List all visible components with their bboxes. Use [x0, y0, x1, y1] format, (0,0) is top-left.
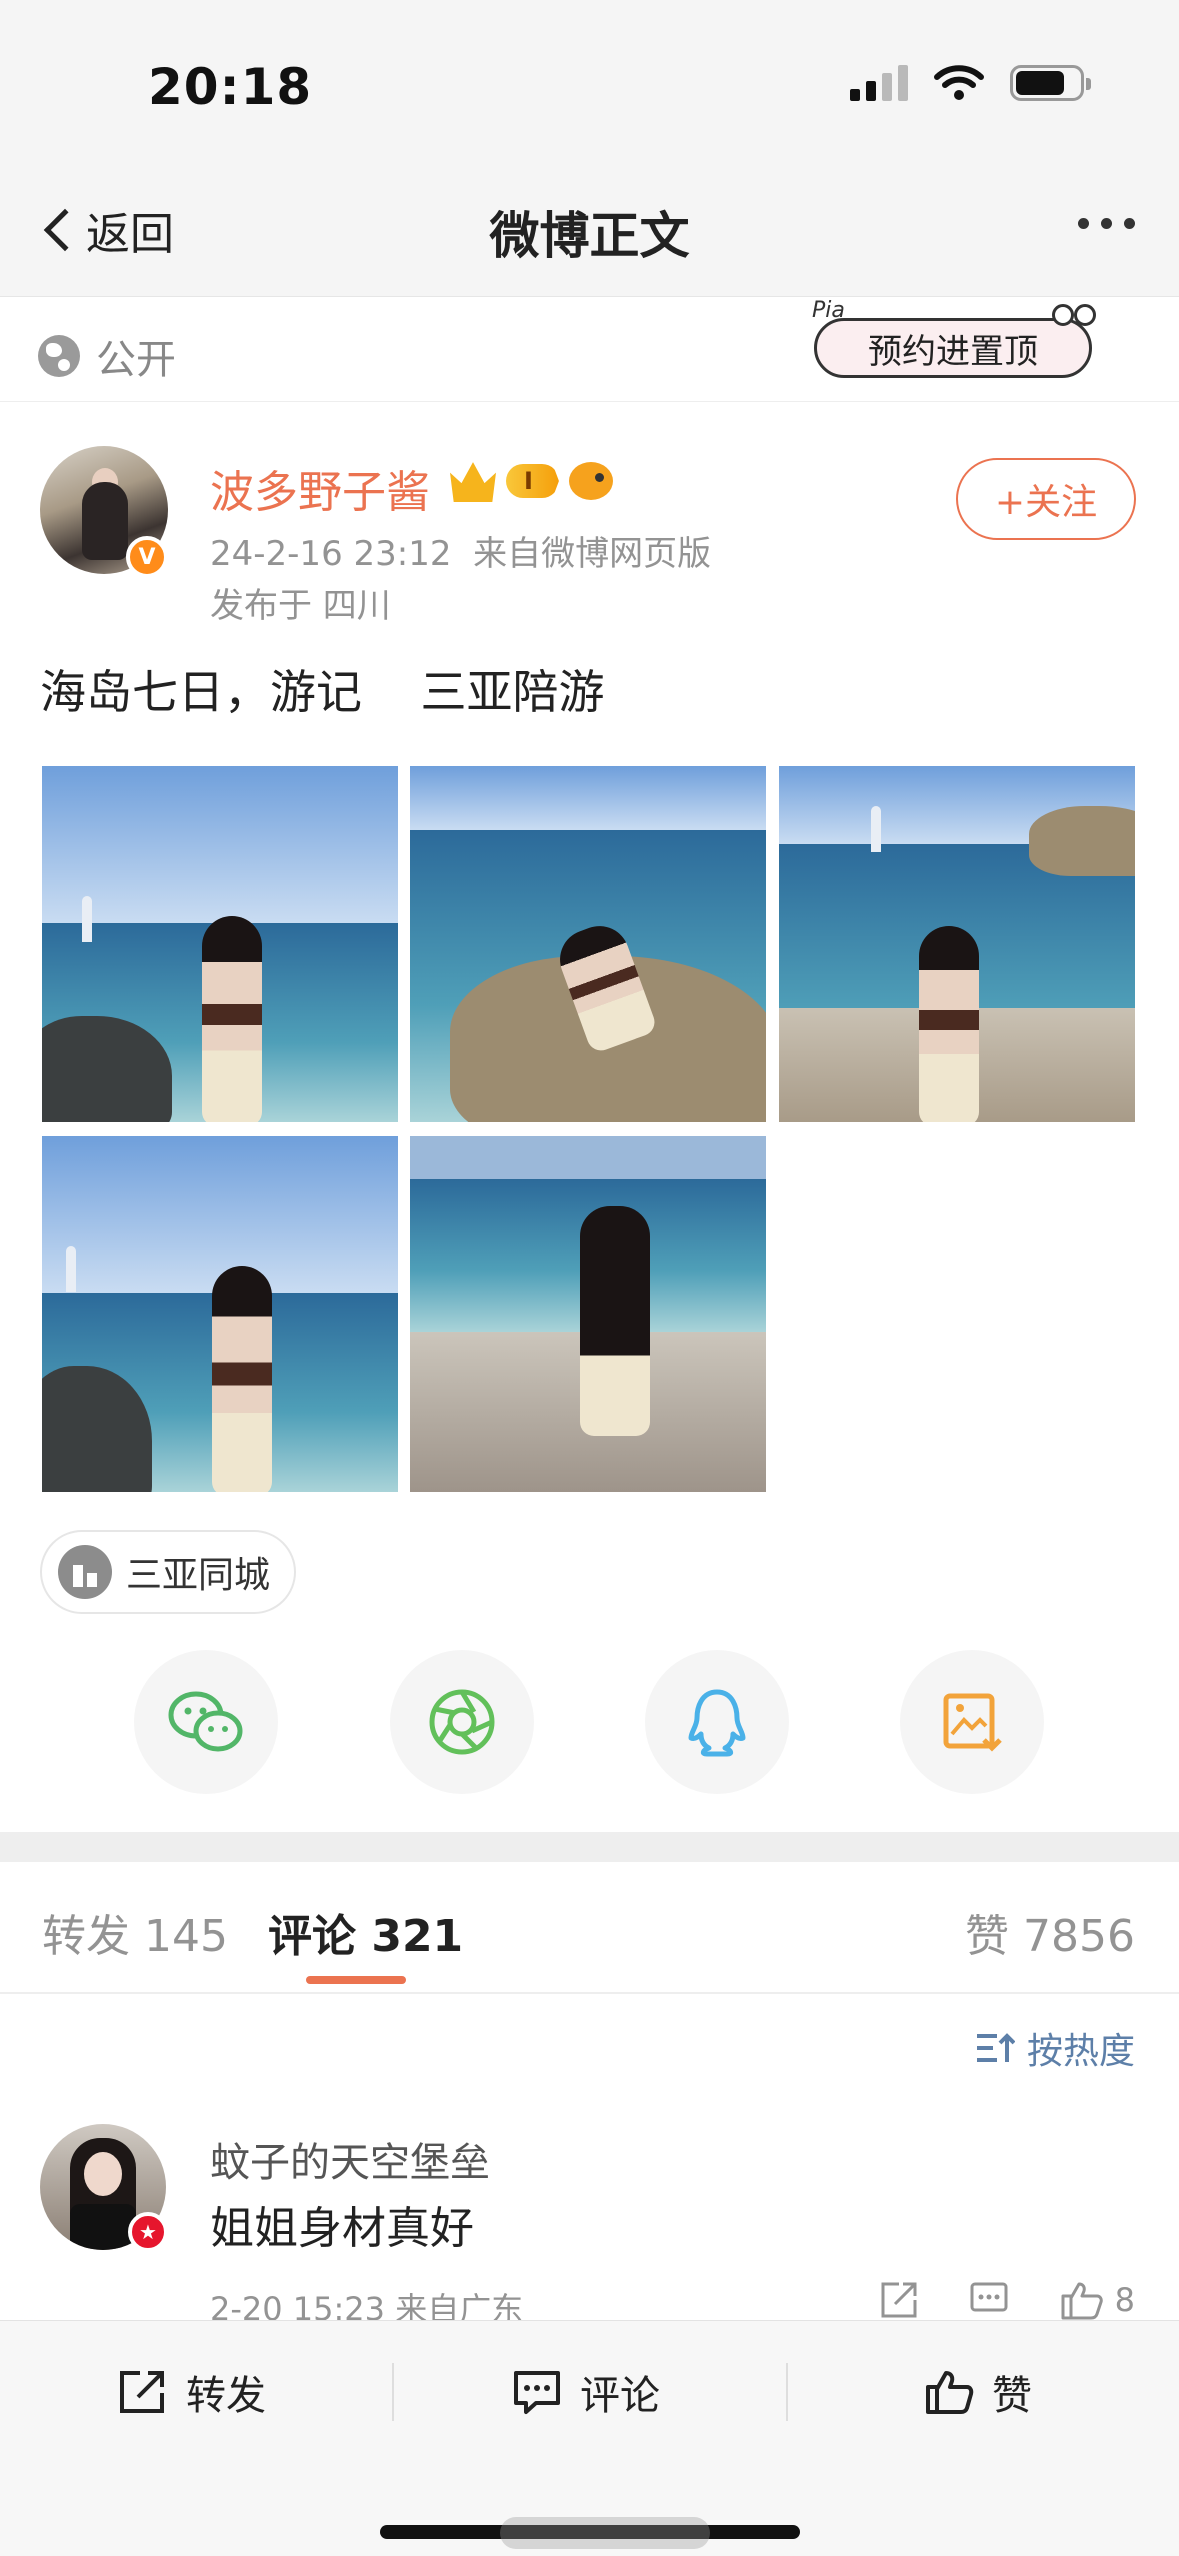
status-time: 20:18	[148, 58, 313, 116]
puffer-fish-icon	[568, 462, 613, 500]
cellular-signal-icon	[850, 65, 908, 101]
post-meta: 24-2-16 23:12 来自微博网页版	[210, 526, 711, 575]
user-badges: I	[450, 460, 613, 502]
cartoon-eyes-icon	[1052, 304, 1098, 334]
follow-button[interactable]: +关注	[956, 458, 1136, 540]
sort-icon	[976, 2033, 1015, 2062]
tab-comments-label: 评论	[268, 1911, 356, 1962]
bottom-like-label: 赞	[992, 2373, 1032, 2419]
visibility-label: 公开	[96, 337, 176, 383]
wifi-icon	[934, 65, 984, 100]
comment-actions: 8	[879, 2280, 1135, 2320]
battery-icon	[1010, 65, 1091, 101]
globe-icon	[38, 335, 80, 377]
sort-button[interactable]: 按热度	[975, 2022, 1135, 2074]
top-bar: 20:18 返回 微博正文	[0, 0, 1179, 296]
thumbs-up-icon	[926, 2371, 974, 2414]
tab-reposts-count: 145	[144, 1911, 228, 1962]
commenter-name[interactable]: 蚊子的天空堡垒	[210, 2130, 490, 2188]
building-icon	[58, 1545, 112, 1599]
status-icons	[850, 64, 1091, 102]
post-photo-2[interactable]	[410, 766, 766, 1122]
tab-likes[interactable]: 赞 7856	[965, 1900, 1135, 1964]
comment-text: 姐姐身材真好	[210, 2203, 474, 2254]
post-source: 来自微博网页版	[473, 534, 712, 574]
active-tab-indicator	[306, 1976, 406, 1984]
post-photo-4[interactable]	[42, 1136, 398, 1492]
post-photo-1[interactable]	[42, 766, 398, 1122]
bottom-comment-button[interactable]: 评论	[512, 2363, 660, 2421]
comment-repost-icon[interactable]	[879, 2280, 919, 2320]
tab-divider	[0, 1992, 1179, 1994]
location-chip-label: 三亚同城	[126, 1555, 271, 1596]
commenter-badge-icon: ★	[128, 2212, 168, 2252]
bottom-like-button[interactable]: 赞	[924, 2363, 1032, 2421]
bottom-divider	[392, 2363, 394, 2421]
tab-reposts[interactable]: 转发 145	[42, 1900, 228, 1964]
post-photo-5[interactable]	[410, 1136, 766, 1492]
tab-likes-count: 7856	[1023, 1911, 1135, 1962]
level-badge: I	[506, 464, 559, 498]
location-chip[interactable]: 三亚同城	[40, 1530, 296, 1614]
share-qq-button[interactable]	[645, 1650, 789, 1794]
moments-icon	[429, 1689, 495, 1755]
comment-icon	[514, 2371, 560, 2414]
tab-likes-label: 赞	[965, 1911, 1010, 1962]
tab-comments[interactable]: 评论 321	[268, 1900, 463, 1964]
post-photo-3[interactable]	[779, 766, 1135, 1122]
post-timestamp: 24-2-16 23:12	[210, 534, 452, 574]
save-image-button[interactable]	[900, 1650, 1044, 1794]
author-name[interactable]: 波多野子酱	[210, 456, 430, 520]
page-title: 微博正文	[489, 207, 690, 265]
thumbs-up-icon	[1061, 2282, 1103, 2320]
save-image-icon	[943, 1693, 1002, 1752]
repost-icon	[120, 2371, 164, 2413]
pin-to-top-badge[interactable]: Pia 预约进置顶	[808, 298, 1098, 388]
more-options-icon[interactable]	[1078, 218, 1135, 229]
qq-icon	[688, 1689, 746, 1757]
comment-like-count: 8	[1114, 2281, 1135, 2319]
wechat-icon	[168, 1691, 243, 1752]
sort-label: 按热度	[1026, 2031, 1135, 2072]
watermark-overlay	[500, 2517, 710, 2549]
post-text: 海岛七日，游记 三亚陪游	[40, 665, 605, 719]
share-wechat-button[interactable]	[134, 1650, 278, 1794]
comment-like-button[interactable]: 8	[1059, 2280, 1135, 2320]
tab-comments-count: 321	[371, 1911, 464, 1962]
bottom-divider	[786, 2363, 788, 2421]
crown-icon	[450, 462, 496, 502]
section-divider	[0, 1832, 1179, 1862]
verified-badge-icon: V	[126, 536, 168, 578]
visibility-indicator: 公开	[38, 327, 176, 385]
bottom-repost-button[interactable]: 转发	[118, 2363, 266, 2421]
bottom-action-bar: 转发 评论 赞	[0, 2320, 1179, 2556]
bottom-repost-label: 转发	[186, 2373, 266, 2419]
pin-label: 预约进置顶	[814, 318, 1092, 378]
post-location-line: 发布于 四川	[210, 586, 391, 626]
comment-reply-icon[interactable]	[969, 2280, 1009, 2320]
bottom-comment-label: 评论	[580, 2373, 660, 2419]
share-moments-button[interactable]	[390, 1650, 534, 1794]
tab-reposts-label: 转发	[42, 1911, 130, 1962]
